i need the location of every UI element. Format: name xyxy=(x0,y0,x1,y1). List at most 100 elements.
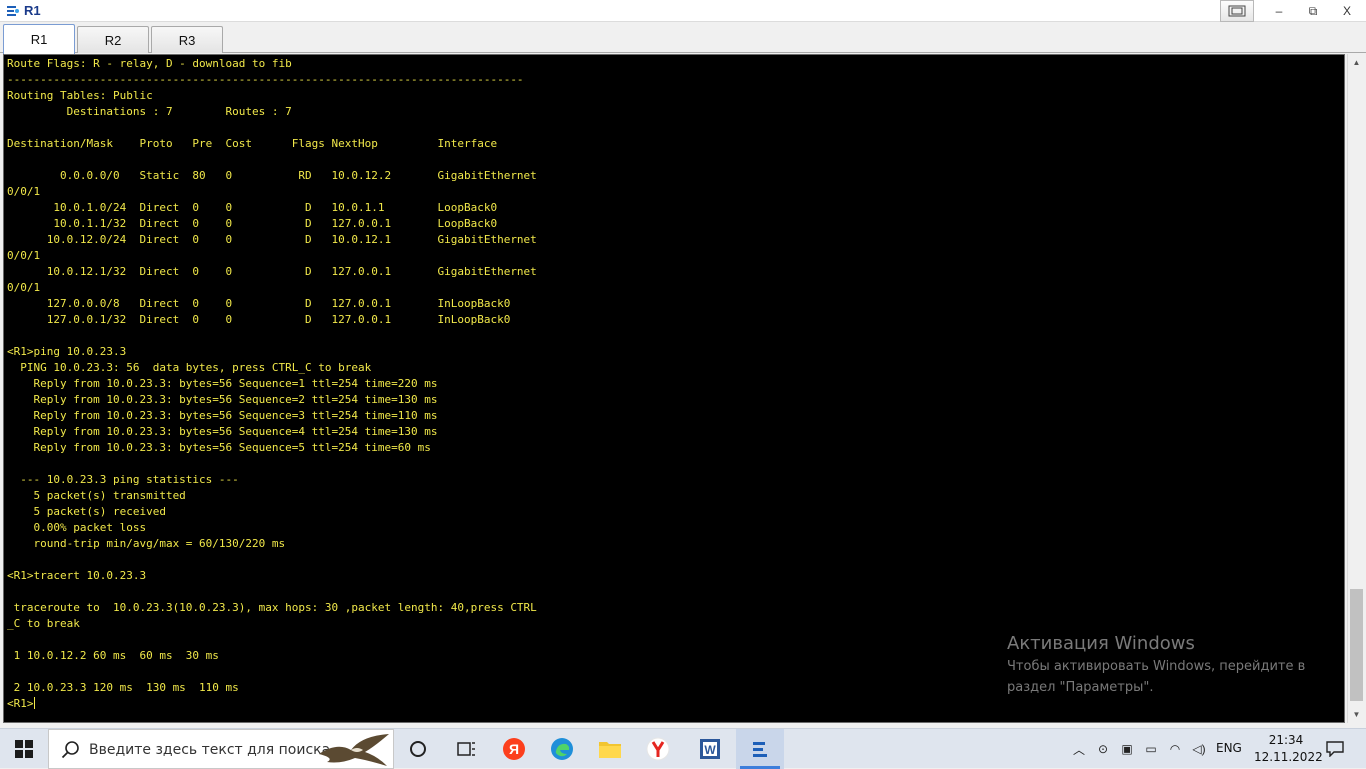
terminal-console[interactable]: Route Flags: R - relay, D - download to … xyxy=(3,54,1345,723)
tray-app-icon-2[interactable]: ▣ xyxy=(1116,729,1138,769)
terminal-line: 10.0.1.0/24 Direct 0 0 D 10.0.1.1 LoopBa… xyxy=(7,201,498,214)
terminal-scrollbar[interactable]: ▲ ▼ xyxy=(1347,54,1364,723)
watermark-text: Чтобы активировать Windows, перейдите в … xyxy=(1007,659,1306,695)
terminal-line: Destination/Mask Proto Pre Cost Flags Ne… xyxy=(7,137,498,150)
speaker-icon: ◁) xyxy=(1192,742,1206,756)
ensp-taskbar-button[interactable] xyxy=(736,729,784,769)
terminal-line: 5 packet(s) received xyxy=(7,505,166,518)
search-placeholder: Введите здесь текст для поиска xyxy=(89,742,331,758)
terminal-line: Routing Tables: Public xyxy=(7,89,153,102)
scroll-up-button[interactable]: ▲ xyxy=(1348,54,1365,71)
notification-icon xyxy=(1326,741,1344,757)
yandex-browser-button[interactable]: Я xyxy=(490,729,538,769)
word-icon: W xyxy=(700,739,720,759)
screen-icon: ▣ xyxy=(1121,742,1133,756)
tab-r1[interactable]: R1 xyxy=(3,24,75,54)
network-button[interactable]: ◠ xyxy=(1164,729,1186,769)
widgets-icon xyxy=(457,742,475,756)
wifi-icon: ◠ xyxy=(1169,742,1181,756)
window-layout-icon xyxy=(1228,5,1246,17)
word-button[interactable]: W xyxy=(686,729,734,769)
title-bar: R1 ‒ ⧉ X xyxy=(0,0,1366,22)
clock-time: 21:34 xyxy=(1268,733,1304,747)
language-indicator[interactable]: ENG xyxy=(1216,741,1242,755)
security-icon: ⊙ xyxy=(1097,742,1109,756)
notifications-button[interactable] xyxy=(1320,729,1350,769)
scroll-thumb[interactable] xyxy=(1350,589,1363,701)
yandex-icon: Я xyxy=(503,738,525,760)
terminal-prompt: <R1> xyxy=(7,697,34,710)
terminal-line: 1 10.0.12.2 60 ms 60 ms 30 ms xyxy=(7,649,219,662)
minimize-button[interactable]: ‒ xyxy=(1262,0,1296,22)
chevron-down-icon: ▼ xyxy=(1352,710,1361,719)
maximize-button[interactable]: ⧉ xyxy=(1296,0,1330,22)
tray-overflow-button[interactable]: ︿ xyxy=(1068,729,1090,769)
ensp-icon xyxy=(753,742,767,757)
terminal-line: 10.0.12.1/32 Direct 0 0 D 127.0.0.1 Giga… xyxy=(7,265,537,278)
volume-button[interactable]: ◁) xyxy=(1188,729,1210,769)
ensp-app-icon xyxy=(7,6,19,16)
battery-icon: ▭ xyxy=(1145,742,1157,756)
terminal-line: 127.0.0.1/32 Direct 0 0 D 127.0.0.1 InLo… xyxy=(7,313,511,326)
terminal-line: <R1>ping 10.0.23.3 xyxy=(7,345,127,358)
taskbar: Введите здесь текст для поиска Я W ︿ ⊙ ▣… xyxy=(0,728,1366,769)
terminal-line: Reply from 10.0.23.3: bytes=56 Sequence=… xyxy=(7,409,438,422)
close-button[interactable]: X xyxy=(1330,0,1364,22)
terminal-line: PING 10.0.23.3: 56 data bytes, press CTR… xyxy=(7,361,372,374)
terminal-line: ----------------------------------------… xyxy=(7,73,524,86)
task-view-button[interactable] xyxy=(394,729,442,769)
battery-button[interactable]: ▭ xyxy=(1140,729,1162,769)
text-cursor xyxy=(33,697,35,709)
terminal-line: 2 10.0.23.3 120 ms 130 ms 110 ms xyxy=(7,681,239,694)
terminal-line: 10.0.1.1/32 Direct 0 0 D 127.0.0.1 LoopB… xyxy=(7,217,498,230)
terminal-line: round-trip min/avg/max = 60/130/220 ms xyxy=(7,537,286,550)
terminal-line: Reply from 10.0.23.3: bytes=56 Sequence=… xyxy=(7,377,438,390)
device-tab-strip: R1 R2 R3 xyxy=(0,22,1366,54)
terminal-line: 0/0/1 xyxy=(7,281,41,294)
scroll-down-button[interactable]: ▼ xyxy=(1348,706,1365,723)
edge-icon xyxy=(551,738,573,760)
edge-browser-button[interactable] xyxy=(538,729,586,769)
tab-r2[interactable]: R2 xyxy=(77,26,149,53)
terminal-line: traceroute to 10.0.23.3(10.0.23.3), max … xyxy=(7,601,537,614)
chevron-up-icon: ▲ xyxy=(1352,58,1361,67)
terminal-line: Destinations : 7 Routes : 7 xyxy=(7,105,292,118)
clock-date: 12.11.2022 xyxy=(1254,750,1323,764)
terminal-line: 0.0.0.0/0 Static 80 0 RD 10.0.12.2 Gigab… xyxy=(7,169,537,182)
maximize-icon: ⧉ xyxy=(1308,3,1318,18)
widgets-button[interactable] xyxy=(442,729,490,769)
terminal-line: 5 packet(s) transmitted xyxy=(7,489,186,502)
terminal-line: 0.00% packet loss xyxy=(7,521,147,534)
yandex-app-button[interactable] xyxy=(634,729,682,769)
terminal-line: 10.0.12.0/24 Direct 0 0 D 10.0.12.1 Giga… xyxy=(7,233,537,246)
terminal-line: 127.0.0.0/8 Direct 0 0 D 127.0.0.1 InLoo… xyxy=(7,297,511,310)
terminal-output: Route Flags: R - relay, D - download to … xyxy=(7,56,537,712)
yandex-y-icon xyxy=(646,737,670,761)
close-icon: X xyxy=(1342,4,1351,18)
task-view-icon xyxy=(410,741,426,757)
restore-layout-button[interactable] xyxy=(1220,0,1254,22)
file-explorer-button[interactable] xyxy=(586,729,634,769)
terminal-prompt-line[interactable]: <R1> xyxy=(7,696,537,712)
minimize-icon: ‒ xyxy=(1275,4,1283,18)
tray-app-icon-1[interactable]: ⊙ xyxy=(1092,729,1114,769)
windows-activation-watermark: Активация Windows Чтобы активировать Win… xyxy=(1007,632,1337,698)
window-title: R1 xyxy=(24,3,41,18)
svg-text:Я: Я xyxy=(509,741,519,757)
tab-r3[interactable]: R3 xyxy=(151,26,223,53)
terminal-line: _C to break xyxy=(7,617,80,630)
windows-logo-icon xyxy=(15,740,33,758)
search-icon xyxy=(61,741,79,759)
start-button[interactable] xyxy=(0,729,48,769)
taskbar-search-box[interactable]: Введите здесь текст для поиска xyxy=(48,729,394,769)
terminal-line: Reply from 10.0.23.3: bytes=56 Sequence=… xyxy=(7,425,438,438)
taskbar-clock[interactable]: 21:34 12.11.2022 xyxy=(1254,732,1323,766)
eagle-highlight-icon xyxy=(319,734,389,766)
terminal-line: <R1>tracert 10.0.23.3 xyxy=(7,569,147,582)
